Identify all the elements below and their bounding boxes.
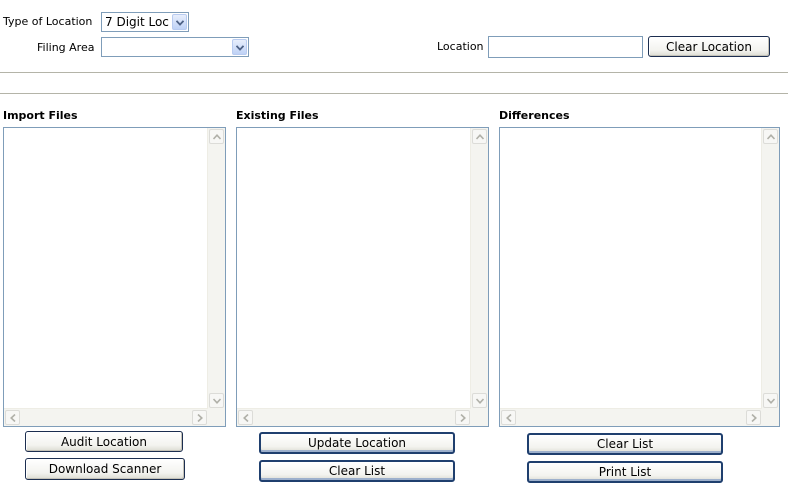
download-scanner-button[interactable]: Download Scanner	[25, 458, 185, 480]
filing-area-label: Filing Area	[37, 41, 95, 54]
import-files-heading: Import Files	[3, 109, 78, 122]
arrow-up-icon[interactable]	[472, 129, 487, 144]
arrow-right-icon[interactable]	[746, 410, 761, 425]
type-of-location-label: Type of Location	[3, 15, 93, 28]
chevron-down-icon[interactable]	[172, 14, 187, 30]
print-list-button[interactable]: Print List	[527, 461, 723, 483]
arrow-down-icon[interactable]	[763, 393, 778, 408]
location-label: Location	[437, 40, 484, 53]
arrow-down-icon[interactable]	[472, 393, 487, 408]
vertical-scrollbar[interactable]	[470, 128, 488, 409]
import-files-list[interactable]	[3, 127, 226, 427]
arrow-right-icon[interactable]	[455, 410, 470, 425]
arrow-left-icon[interactable]	[501, 410, 516, 425]
arrow-left-icon[interactable]	[5, 410, 20, 425]
existing-files-heading: Existing Files	[236, 109, 319, 122]
divider-top	[0, 72, 788, 74]
location-input[interactable]	[488, 36, 643, 58]
clear-list-differences-button[interactable]: Clear List	[527, 433, 723, 455]
horizontal-scrollbar[interactable]	[4, 408, 208, 426]
divider-bottom	[0, 93, 788, 95]
type-of-location-select[interactable]: 7 Digit Loc	[101, 12, 189, 32]
audit-location-button[interactable]: Audit Location	[25, 431, 183, 452]
filing-area-select[interactable]	[101, 37, 249, 57]
clear-list-existing-button[interactable]: Clear List	[259, 460, 455, 482]
scrollbar-corner	[208, 409, 225, 426]
differences-heading: Differences	[499, 109, 570, 122]
vertical-scrollbar[interactable]	[207, 128, 225, 409]
type-of-location-value: 7 Digit Loc	[105, 15, 169, 29]
scrollbar-corner	[471, 409, 488, 426]
clear-location-button[interactable]: Clear Location	[648, 36, 770, 57]
existing-files-list[interactable]	[236, 127, 489, 427]
differences-list[interactable]	[499, 127, 780, 427]
update-location-button[interactable]: Update Location	[259, 432, 455, 454]
arrow-up-icon[interactable]	[209, 129, 224, 144]
arrow-up-icon[interactable]	[763, 129, 778, 144]
horizontal-scrollbar[interactable]	[500, 408, 762, 426]
arrow-down-icon[interactable]	[209, 393, 224, 408]
arrow-right-icon[interactable]	[192, 410, 207, 425]
vertical-scrollbar[interactable]	[761, 128, 779, 409]
arrow-left-icon[interactable]	[238, 410, 253, 425]
horizontal-scrollbar[interactable]	[237, 408, 471, 426]
scrollbar-corner	[762, 409, 779, 426]
chevron-down-icon[interactable]	[232, 39, 247, 55]
